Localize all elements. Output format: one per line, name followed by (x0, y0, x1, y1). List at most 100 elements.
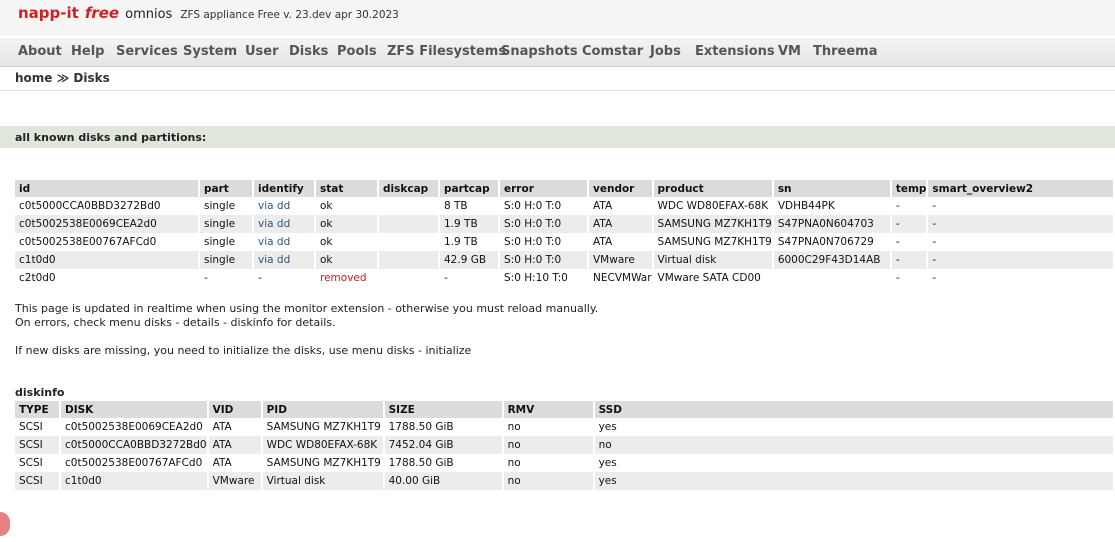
info-disk: c0t5002538E0069CEA2d0 (60, 418, 209, 436)
info-rmv: no (502, 436, 595, 454)
disk-sn (772, 269, 892, 287)
disks-table: id part identify stat diskcap partcap er… (15, 180, 1115, 287)
col-header[interactable]: stat (315, 180, 379, 197)
menu-pools[interactable]: Pools (337, 44, 377, 59)
disk-temp: - (890, 251, 929, 269)
col-header[interactable]: partcap (439, 180, 500, 197)
col-header[interactable]: sn (772, 180, 892, 197)
menu-zfs-filesystems[interactable]: ZFS Filesystems (387, 44, 506, 59)
col-header[interactable]: PID (261, 401, 385, 418)
disk-error: S:0 H:10 T:0 (499, 269, 589, 287)
col-header[interactable]: VID (207, 401, 263, 418)
disk-smart: - (927, 197, 1115, 215)
info-rmv: no (502, 472, 595, 490)
missing-disks-note: If new disks are missing, you need to in… (15, 344, 472, 357)
col-header[interactable]: TYPE (15, 401, 61, 418)
info-pid: WDC WD80EFAX-68K (261, 436, 385, 454)
info-disk: c1t0d0 (60, 472, 209, 490)
disk-id[interactable]: c1t0d0 (15, 251, 200, 269)
disk-stat: ok (315, 197, 379, 215)
disk-id[interactable]: c0t5002538E00767AFCd0 (15, 233, 200, 251)
col-header[interactable]: product (652, 180, 774, 197)
menu-user[interactable]: User (245, 44, 279, 59)
window-edge-decoration (0, 512, 10, 536)
disk-product: Virtual disk (652, 251, 774, 269)
table-row: SCSI c1t0d0 VMware Virtual disk 40.00 Gi… (15, 472, 1115, 490)
info-type: SCSI (15, 418, 61, 436)
menu-vm[interactable]: VM (778, 44, 801, 59)
col-header[interactable]: identify (253, 180, 316, 197)
info-type: SCSI (15, 454, 61, 472)
table-row: c2t0d0 - - removed - S:0 H:10 T:0 NECVMW… (15, 269, 1115, 287)
info-vid: ATA (207, 454, 263, 472)
identify-link[interactable]: via dd (253, 233, 316, 251)
identify-link[interactable]: via dd (253, 197, 316, 215)
disk-diskcap (378, 233, 440, 251)
disk-product: SAMSUNG MZ7KH1T9 (652, 233, 774, 251)
disk-part: single (199, 233, 254, 251)
disk-diskcap (378, 269, 440, 287)
info-vid: VMware (207, 472, 263, 490)
menu-services[interactable]: Services (116, 44, 178, 59)
version-text: ZFS appliance Free v. 23.dev apr 30.2023 (180, 9, 399, 21)
menu-about[interactable]: About (18, 44, 62, 59)
disk-sn: VDHB44PK (772, 197, 892, 215)
col-header[interactable]: error (499, 180, 589, 197)
info-vid: ATA (207, 436, 263, 454)
errors-note: On errors, check menu disks - details - … (15, 316, 336, 329)
disk-vendor: VMware (588, 251, 654, 269)
menu-jobs[interactable]: Jobs (650, 44, 681, 59)
col-header[interactable]: diskcap (378, 180, 440, 197)
table-row: SCSI c0t5002538E00767AFCd0 ATA SAMSUNG M… (15, 454, 1115, 472)
disk-id[interactable]: c0t5000CCA0BBD3272Bd0 (15, 197, 200, 215)
table-row: c0t5002538E00767AFCd0 single via dd ok 1… (15, 233, 1115, 251)
brand-logo[interactable]: napp-it free omnios ZFS appliance Free v. 2… (18, 4, 399, 22)
disk-smart: - (927, 251, 1115, 269)
info-type: SCSI (15, 436, 61, 454)
identify-link[interactable]: via dd (253, 251, 316, 269)
disk-product: WDC WD80EFAX-68K (652, 197, 774, 215)
disk-error: S:0 H:0 T:0 (499, 251, 589, 269)
menu-threema[interactable]: Threema (813, 44, 878, 59)
disk-partcap: 1.9 TB (439, 233, 500, 251)
breadcrumb-current: Disks (73, 71, 110, 85)
disk-diskcap (378, 251, 440, 269)
menu-extensions[interactable]: Extensions (695, 44, 775, 59)
disk-error: S:0 H:0 T:0 (499, 197, 589, 215)
col-header[interactable]: temp (890, 180, 929, 197)
info-size: 1788.50 GiB (383, 454, 504, 472)
disk-sn: 6000C29F43D14AB (772, 251, 892, 269)
disk-id[interactable]: c2t0d0 (15, 269, 200, 287)
disk-diskcap (378, 215, 440, 233)
col-header[interactable]: part (199, 180, 254, 197)
info-type: SCSI (15, 472, 61, 490)
table-row: c0t5000CCA0BBD3272Bd0 single via dd ok 8… (15, 197, 1115, 215)
disk-stat: removed (315, 269, 379, 287)
menu-help[interactable]: Help (71, 44, 104, 59)
disk-error: S:0 H:0 T:0 (499, 215, 589, 233)
col-header[interactable]: SSD (593, 401, 1115, 418)
disk-product: SAMSUNG MZ7KH1T9 (652, 215, 774, 233)
menu-disks[interactable]: Disks (289, 44, 328, 59)
table-header-row: id part identify stat diskcap partcap er… (15, 180, 1115, 197)
col-header[interactable]: SIZE (383, 401, 504, 418)
table-row: SCSI c0t5000CCA0BBD3272Bd0 ATA WDC WD80E… (15, 436, 1115, 454)
menu-system[interactable]: System (183, 44, 237, 59)
disk-id[interactable]: c0t5002538E0069CEA2d0 (15, 215, 200, 233)
disk-temp: - (890, 233, 929, 251)
breadcrumb-home[interactable]: home (15, 71, 52, 85)
realtime-note: This page is updated in realtime when us… (15, 302, 599, 315)
identify-link[interactable]: via dd (253, 215, 316, 233)
col-header[interactable]: id (15, 180, 200, 197)
col-header[interactable]: RMV (502, 401, 595, 418)
info-ssd: yes (593, 454, 1115, 472)
menu-comstar[interactable]: Comstar (582, 44, 643, 59)
disk-diskcap (378, 197, 440, 215)
disk-part: single (199, 251, 254, 269)
info-size: 40.00 GiB (383, 472, 504, 490)
col-header[interactable]: vendor (588, 180, 654, 197)
col-header[interactable]: smart_overview2 (927, 180, 1115, 197)
menu-snapshots[interactable]: Snapshots (501, 44, 578, 59)
col-header[interactable]: DISK (60, 401, 209, 418)
disk-partcap: 1.9 TB (439, 215, 500, 233)
